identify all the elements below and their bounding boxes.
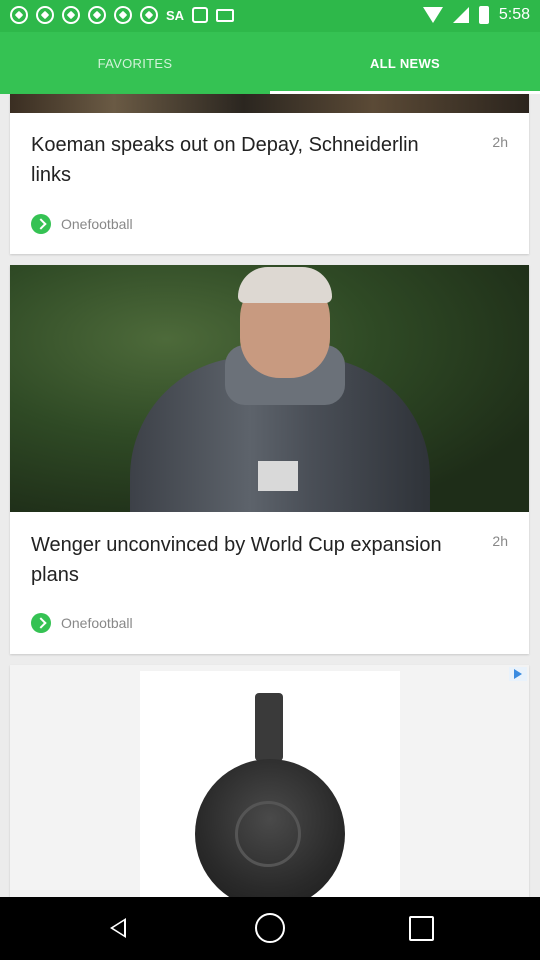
article-image	[10, 94, 529, 113]
soccer-ball-icon	[140, 6, 158, 24]
source-label: Onefootball	[61, 216, 133, 232]
article-source: Onefootball	[31, 613, 133, 633]
article-source: Onefootball	[31, 214, 133, 234]
sa-icon: SA	[166, 7, 185, 23]
status-bar: SA 5:58	[0, 0, 540, 32]
news-card[interactable]: Koeman speaks out on Depay, Schneiderlin…	[10, 94, 529, 254]
onefootball-icon	[31, 613, 51, 633]
source-label: Onefootball	[61, 615, 133, 631]
adchoices-icon[interactable]	[509, 667, 527, 681]
article-time: 2h	[492, 533, 508, 549]
wifi-icon	[422, 7, 443, 23]
soccer-ball-icon	[114, 6, 132, 24]
home-icon[interactable]	[255, 913, 285, 943]
clock: 5:58	[498, 6, 530, 23]
tab-all-news[interactable]: ALL NEWS	[270, 32, 540, 94]
notification-icons: SA	[10, 6, 235, 24]
onefootball-icon	[31, 214, 51, 234]
ad-card[interactable]	[10, 665, 529, 897]
tab-bar: FAVORITES ALL NEWS	[0, 32, 540, 94]
mail-icon	[216, 8, 235, 22]
article-headline: Koeman speaks out on Depay, Schneiderlin…	[31, 134, 419, 186]
signal-icon	[452, 7, 469, 23]
article-headline: Wenger unconvinced by World Cup expansio…	[31, 534, 442, 586]
battery-icon	[478, 6, 489, 24]
news-card[interactable]: Wenger unconvinced by World Cup expansio…	[10, 265, 529, 654]
ad-image	[140, 671, 400, 897]
system-icons: 5:58	[422, 6, 530, 24]
soccer-ball-icon	[10, 6, 28, 24]
soccer-ball-icon	[88, 6, 106, 24]
back-icon[interactable]	[104, 913, 134, 943]
article-image	[10, 265, 529, 512]
article-time: 2h	[492, 134, 508, 150]
tab-favorites[interactable]: FAVORITES	[0, 32, 270, 94]
soccer-ball-icon	[62, 6, 80, 24]
soccer-ball-icon	[36, 6, 54, 24]
navigation-bar	[0, 897, 540, 960]
recents-icon[interactable]	[409, 916, 434, 941]
edit-icon	[192, 7, 209, 23]
